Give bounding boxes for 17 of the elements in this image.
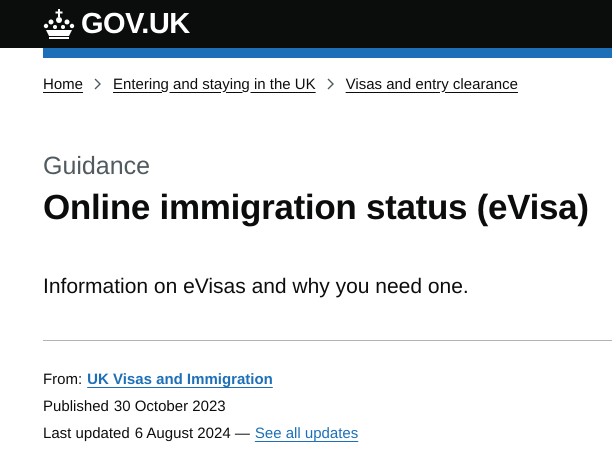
see-all-updates-link[interactable]: See all updates xyxy=(254,424,358,444)
published-label: Published xyxy=(43,397,109,416)
page-title: Online immigration status (eVisa) xyxy=(43,187,590,229)
breadcrumb-link[interactable]: Visas and entry clearance xyxy=(346,76,518,92)
breadcrumb-link[interactable]: Entering and staying in the UK xyxy=(113,76,316,92)
lead-paragraph: Information on eVisas and why you need one. xyxy=(43,274,470,300)
page-caption: Guidance xyxy=(43,154,152,179)
chevron-icon xyxy=(94,78,102,90)
published-date: 30 October 2023 xyxy=(114,397,226,416)
chevron-icon xyxy=(326,78,335,90)
breadcrumb-link[interactable]: Home xyxy=(43,76,84,92)
updated-date: 6 August 2024 — xyxy=(134,424,250,444)
organisation-link[interactable]: UK Visas and Immigration xyxy=(87,370,273,390)
from-label: From: xyxy=(43,370,82,390)
updated-label: Last updated xyxy=(43,424,130,444)
crown-icon xyxy=(43,9,75,39)
govuk-logo-link[interactable]: GOV.UK xyxy=(43,8,190,40)
